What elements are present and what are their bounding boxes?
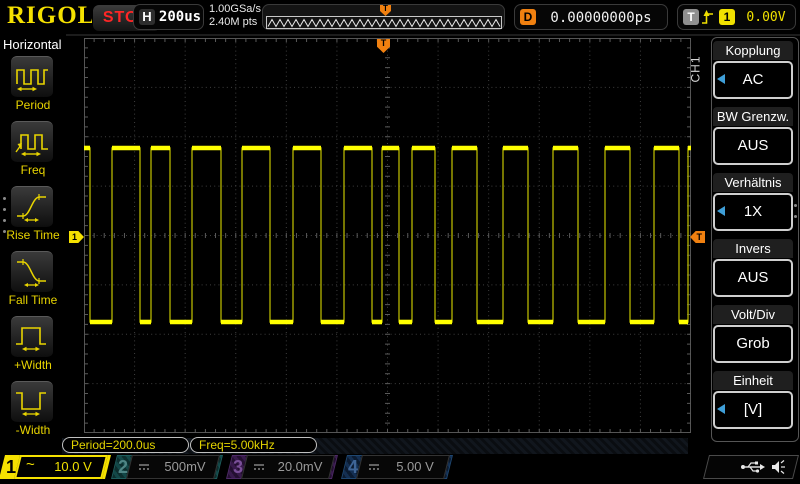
left-menu-title: Horizontal	[3, 37, 62, 52]
memory-depth: 2.40M pts	[209, 16, 258, 28]
channel-2-badge[interactable]: 2 500mV	[111, 455, 223, 479]
usb-icon	[741, 461, 765, 473]
menu-item-einheit[interactable]: Einheit [V]	[713, 371, 793, 435]
ac-coupling-icon: ~	[26, 456, 35, 473]
trigger-level-value: 0.00V	[746, 10, 786, 25]
rigol-logo: RIGOL	[7, 2, 96, 29]
channel-4-badge[interactable]: 4 5.00 V	[341, 455, 453, 479]
fall-time-icon	[17, 259, 46, 287]
top-status-bar: RIGOL STOP H 200us 1.00GSa/s 2.40M pts T…	[0, 0, 800, 36]
delay-label: D	[520, 9, 536, 25]
rise-time-icon	[17, 194, 46, 222]
period-icon	[16, 69, 48, 92]
minus-width-icon	[16, 392, 46, 417]
measurement-freq[interactable]: Freq=5.00kHz	[190, 437, 317, 453]
menu-item-volt-div[interactable]: Volt/Div Grob	[713, 305, 793, 369]
menu-item-freq[interactable]: Freq	[0, 121, 66, 185]
menu-item-verhaeltnis[interactable]: Verhältnis 1X	[713, 173, 793, 237]
status-icons	[741, 460, 785, 474]
channel-3-number: 3	[233, 457, 244, 477]
channel-menu: Kopplung AC BW Grenzw. AUS Verhältnis 1X…	[710, 36, 800, 444]
menu-item-period[interactable]: Period	[0, 56, 66, 120]
sample-rate: 1.00GSa/s	[209, 3, 261, 15]
menu-item-rise-time[interactable]: Rise Time	[0, 186, 66, 250]
menu-item-kopplung[interactable]: Kopplung AC	[713, 41, 793, 105]
measurement-period[interactable]: Period=200.0us	[62, 437, 189, 453]
measurement-bar: Period=200.0us Freq=5.00kHz	[0, 437, 800, 455]
channel-1-scale: 10.0 V	[54, 459, 92, 474]
system-status-box	[703, 455, 799, 479]
dc-coupling-icon	[138, 455, 150, 479]
right-menu-channel-tab: CH1	[688, 55, 703, 83]
channel-2-number: 2	[118, 457, 129, 477]
channel-status-bar: 1 ~ 10.0 V 2 500mV 3 20.0mV 4 5.00 V	[0, 455, 800, 480]
channel-1-number: 1	[6, 457, 17, 477]
timebase-value: 200us	[158, 9, 202, 25]
horizontal-measure-menu: Horizontal Period Freq Rise Time Fall Ti…	[0, 34, 66, 446]
trigger-level-marker[interactable]: T	[690, 231, 705, 243]
rising-edge-icon	[702, 10, 713, 24]
channel-4-number: 4	[348, 457, 359, 477]
channel-1-badge[interactable]: 1 ~ 10.0 V	[0, 455, 111, 479]
speaker-icon	[772, 460, 785, 474]
dc-coupling-icon	[253, 455, 265, 479]
preview-trigger-marker-icon: T	[380, 5, 391, 16]
delay-value: 0.00000000ps	[550, 10, 652, 26]
left-arrow-icon	[717, 404, 725, 414]
menu-item-fall-time[interactable]: Fall Time	[0, 251, 66, 315]
graticule	[84, 38, 691, 433]
horizontal-timebase-box[interactable]: H 200us	[133, 4, 204, 30]
channel-4-scale: 5.00 V	[396, 459, 434, 474]
trigger-label: T	[683, 9, 699, 25]
preview-waveform-icon	[266, 16, 502, 29]
channel-3-scale: 20.0mV	[277, 459, 323, 474]
waveform-preview[interactable]: T	[262, 4, 505, 30]
freq-icon	[15, 134, 48, 157]
acquisition-info: 1.00GSa/s 2.40M pts	[209, 3, 261, 29]
menu-item-minus-width[interactable]: -Width	[0, 381, 66, 445]
right-menu-page-dots	[794, 204, 797, 226]
left-arrow-icon	[717, 74, 725, 84]
delay-box[interactable]: D 0.00000000ps	[514, 4, 668, 30]
channel1-level-marker[interactable]: 1	[69, 231, 84, 243]
menu-item-plus-width[interactable]: +Width	[0, 316, 66, 380]
menu-item-bw-grenzw[interactable]: BW Grenzw. AUS	[713, 107, 793, 171]
channel-2-scale: 500mV	[164, 459, 206, 474]
menu-item-invers[interactable]: Invers AUS	[713, 239, 793, 303]
dc-coupling-icon	[368, 455, 380, 479]
channel-3-badge[interactable]: 3 20.0mV	[226, 455, 338, 479]
left-menu-page-dots	[3, 197, 6, 241]
trigger-box[interactable]: T 1 0.00V	[677, 4, 796, 30]
left-arrow-icon	[717, 206, 725, 216]
trigger-source-badge: 1	[719, 9, 735, 25]
h-label: H	[139, 9, 155, 25]
plus-width-icon	[16, 327, 46, 352]
